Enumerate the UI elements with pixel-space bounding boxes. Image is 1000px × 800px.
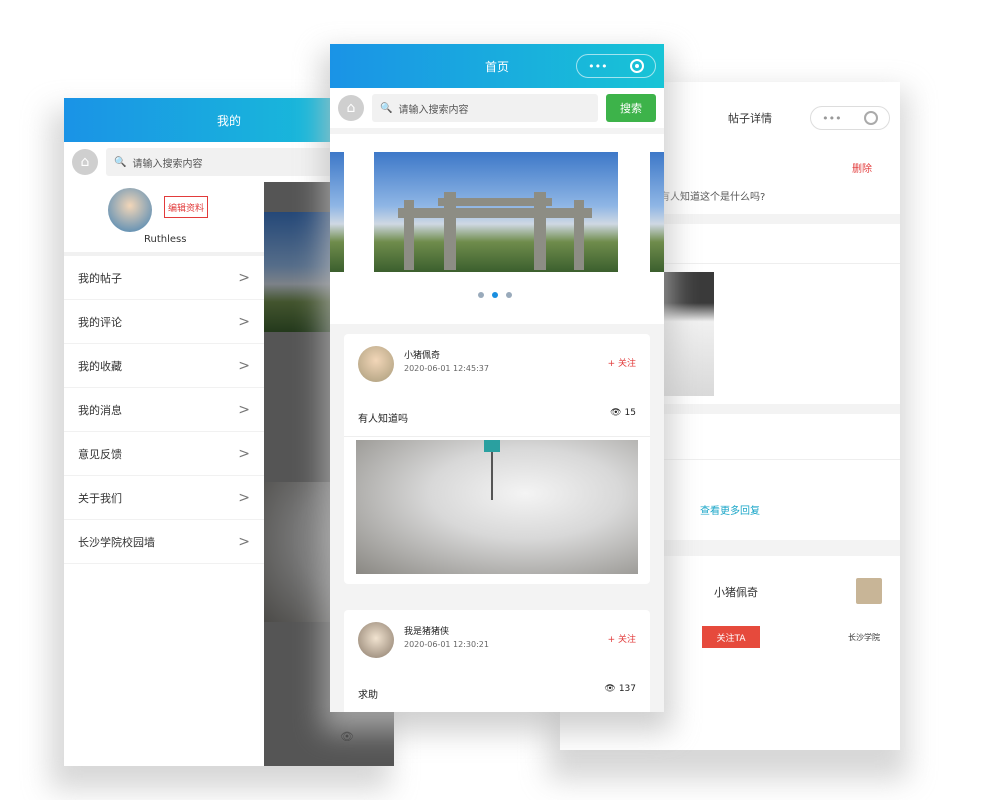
chevron-right-icon: > xyxy=(238,269,250,286)
left-page-title: 我的 xyxy=(216,113,241,128)
chevron-right-icon: > xyxy=(238,357,250,374)
carousel-image[interactable] xyxy=(374,152,618,272)
eye-icon: 👁 xyxy=(604,684,616,694)
lamp-cap xyxy=(484,440,500,452)
center-search-row: ⌂ 🔍 请输入搜索内容 搜索 xyxy=(330,88,664,128)
chevron-right-icon: > xyxy=(238,313,250,330)
post-avatar[interactable] xyxy=(358,346,394,382)
follow-button[interactable]: + 关注 xyxy=(608,356,636,369)
dot[interactable] xyxy=(506,292,512,298)
center-capsule[interactable]: ••• xyxy=(576,54,656,78)
center-nav-bar: 首页 ••• xyxy=(330,44,664,88)
menu-item-0[interactable]: 我的帖子 > xyxy=(64,256,264,300)
chevron-right-icon: > xyxy=(238,533,250,550)
carousel-prev-edge xyxy=(330,152,344,272)
arch-beam xyxy=(438,198,552,206)
carousel-next-edge xyxy=(650,152,664,272)
username: Ruthless xyxy=(144,234,187,245)
target-icon xyxy=(863,111,878,125)
post-time: 2020-06-01 12:45:37 xyxy=(404,364,489,373)
post-author: 我是猪猪侠 xyxy=(404,627,450,637)
menu-item-5[interactable]: 关于我们 > xyxy=(64,476,264,520)
search-icon: 🔍 xyxy=(114,156,127,168)
dot-active[interactable] xyxy=(492,292,498,298)
right-capsule[interactable]: ••• xyxy=(810,106,890,130)
menu-item-2[interactable]: 我的收藏 > xyxy=(64,344,264,388)
lamp-wire xyxy=(491,452,493,500)
menu-item-6[interactable]: 长沙学院校园墙 > xyxy=(64,520,264,564)
right-page-title: 帖子详情 xyxy=(728,112,772,125)
menu-item-1[interactable]: 我的评论 > xyxy=(64,300,264,344)
follow-button[interactable]: + 关注 xyxy=(608,632,636,645)
view-count: 👁 137 xyxy=(604,684,636,694)
avatar[interactable] xyxy=(108,188,152,232)
center-search-input[interactable]: 🔍 请输入搜索内容 xyxy=(372,94,598,122)
eye-icon: 👁 xyxy=(610,408,622,418)
menu-item-4[interactable]: 意见反馈 > xyxy=(64,432,264,476)
arch-beam xyxy=(398,208,592,218)
search-button[interactable]: 搜索 xyxy=(606,94,656,122)
center-phone: 首页 ••• ⌂ 🔍 请输入搜索内容 搜索 小猪佩奇 2020-06-01 12:… xyxy=(330,44,664,712)
dot[interactable] xyxy=(478,292,484,298)
chevron-right-icon: > xyxy=(238,489,250,506)
author-avatar[interactable] xyxy=(856,578,882,604)
edit-profile-button[interactable]: 编辑资料 xyxy=(164,196,208,218)
menu-list: 我的帖子 > 我的评论 > 我的收藏 > 我的消息 > 意见反馈 > 关于我们 > 长沙学院… xyxy=(64,256,264,564)
post-image[interactable] xyxy=(356,440,638,574)
more-replies-link[interactable]: 查看更多回复 xyxy=(700,502,760,517)
view-count: 👁 15 xyxy=(610,408,636,418)
chevron-right-icon: > xyxy=(238,445,250,462)
menu-item-3[interactable]: 我的消息 > xyxy=(64,388,264,432)
post-text: 有人知道这个是什么吗? xyxy=(660,192,766,203)
target-icon xyxy=(629,59,644,73)
search-icon: 🔍 xyxy=(380,102,393,114)
post-time: 2020-06-01 12:30:21 xyxy=(404,640,489,649)
chevron-right-icon: > xyxy=(238,401,250,418)
carousel-dots xyxy=(478,292,512,298)
post-card[interactable]: 小猪佩奇 2020-06-01 12:45:37 + 关注 有人知道吗 👁 15 xyxy=(344,334,650,584)
post-author: 小猪佩奇 xyxy=(404,351,441,361)
post-text: 有人知道吗 xyxy=(358,414,408,425)
author-name: 小猪佩奇 xyxy=(714,586,758,599)
follow-button[interactable]: 关注TA xyxy=(702,626,760,648)
home-icon[interactable]: ⌂ xyxy=(72,149,98,175)
footer-label: 长沙学院 xyxy=(848,633,880,642)
center-page-title: 首页 xyxy=(484,59,509,74)
post-card-2[interactable]: 我是猪猪侠 2020-06-01 12:30:21 + 关注 求助 👁 137 xyxy=(344,610,650,712)
post-avatar[interactable] xyxy=(358,622,394,658)
delete-button[interactable]: 删除 xyxy=(852,160,872,175)
post-text: 求助 xyxy=(358,690,378,701)
home-icon[interactable]: ⌂ xyxy=(338,95,364,121)
carousel[interactable] xyxy=(330,134,664,324)
